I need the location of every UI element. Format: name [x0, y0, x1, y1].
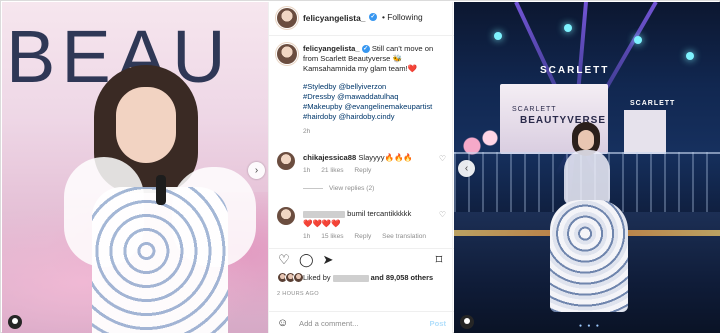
likes-count[interactable]: and 89,058 others [371, 273, 433, 282]
stage-light [634, 36, 642, 44]
woman-with-microphone [64, 57, 264, 333]
face [578, 130, 594, 150]
comment-reply-link[interactable]: Reply [354, 233, 371, 240]
microphone [156, 175, 166, 205]
replies-divider [303, 187, 323, 189]
comment-input[interactable]: Add a comment... [299, 319, 359, 328]
likes-summary: Liked by and 89,058 others [269, 272, 454, 286]
see-translation-link[interactable]: See translation [382, 233, 426, 240]
post-photo-right: SCARLETT SCARLETT BEAUTYVERSE SCARLETT ‹ [454, 2, 720, 333]
verified-badge-icon: ✓ [369, 13, 377, 21]
verified-badge-icon: ✓ [361, 45, 370, 53]
caption-time: 2h [303, 128, 311, 135]
caption-tag[interactable]: #Makeupby @evangelinemakeupartist [303, 102, 449, 112]
prev-photo-arrow-icon[interactable]: ‹ [458, 160, 475, 177]
carousel-pagination: ● ● ● [579, 323, 601, 329]
commenter-username[interactable]: chikajessica88 [303, 153, 356, 162]
comment-likes[interactable]: 15 likes [321, 233, 343, 240]
comment-likes[interactable]: 21 likes [321, 167, 343, 174]
commenter-avatar[interactable] [277, 207, 295, 225]
post-timestamp: 2 HOURS AGO [277, 291, 319, 297]
caption-text-block: felicyangelista_ ✓ Still can't move on f… [303, 44, 449, 137]
likes-text[interactable]: Liked by and 89,058 others [303, 273, 433, 282]
stage-light [494, 32, 502, 40]
likes-prefix: Liked by [303, 273, 331, 282]
stage-light [686, 52, 694, 60]
comment-text: bumil tercantikkkkk ❤️❤️❤️❤️ [303, 209, 437, 229]
comment-text: chikajessica88 Slayyyy🔥🔥🔥 [303, 153, 437, 163]
like-comment-heart-icon[interactable]: ♡ [439, 210, 446, 219]
comment-body: Slayyyy🔥🔥🔥 [358, 153, 413, 162]
stage-light [564, 24, 572, 32]
like-heart-icon[interactable]: ♡ [277, 253, 291, 267]
side-logo: SCARLETT [630, 100, 676, 107]
floral-dress [92, 187, 228, 333]
add-comment-bar: ☺ Add a comment... Post [269, 311, 454, 333]
comment-time: 1h [303, 233, 311, 240]
stage-logo: SCARLETT [540, 65, 610, 76]
comment-meta: 1h 15 likes Reply See translation [303, 233, 435, 240]
caption-username[interactable]: felicyangelista_ [303, 44, 360, 53]
save-bookmark-icon[interactable]: ⌑ [432, 253, 446, 267]
instagram-post-frame: BEAU › felicyangelista_ ✓ • Following fe… [0, 0, 720, 333]
separator-dot: • [382, 12, 385, 22]
tagged-user-icon[interactable] [460, 315, 474, 329]
face [116, 87, 176, 163]
view-replies-link[interactable]: View replies (2) [303, 185, 374, 192]
comment-body-hearts: ❤️❤️❤️❤️ [303, 219, 341, 228]
comment-reply-link[interactable]: Reply [354, 167, 371, 174]
post-comment-button[interactable]: Post [430, 319, 446, 328]
author-username[interactable]: felicyangelista_ [303, 13, 365, 23]
redacted-username[interactable] [303, 210, 345, 218]
author-avatar[interactable] [277, 8, 297, 28]
screen-text: SCARLETT [512, 106, 557, 113]
caption-tag[interactable]: #Dressby @mawaddatulhaq [303, 92, 449, 102]
caption-tag[interactable]: #Styledby @bellyiverzon [303, 82, 449, 92]
share-paper-plane-icon[interactable]: ➤ [321, 253, 335, 267]
post-actions-bar: ♡ ◯ ➤ ⌑ [269, 248, 454, 268]
redacted-liker-name[interactable] [332, 274, 369, 282]
like-comment-heart-icon[interactable]: ♡ [439, 154, 446, 163]
comment-body: bumil tercantikkkkk [347, 209, 412, 218]
post-photo-left: BEAU › [2, 2, 268, 333]
view-replies-label[interactable]: View replies (2) [329, 185, 374, 192]
caption-tag[interactable]: #hairdoby @hairdoby.cindy [303, 112, 449, 122]
emoji-smiley-icon[interactable]: ☺ [277, 317, 288, 329]
woman-in-gown [550, 122, 628, 312]
following-label[interactable]: Following [387, 12, 422, 22]
comment-meta: 1h 21 likes Reply [303, 167, 380, 174]
side-screen [624, 110, 666, 154]
commenter-avatar[interactable] [277, 152, 295, 170]
tagged-user-icon[interactable] [8, 315, 22, 329]
caption-avatar[interactable] [277, 44, 297, 64]
following-status[interactable]: • Following [382, 12, 423, 22]
comment-bubble-icon[interactable]: ◯ [299, 253, 314, 267]
post-header: felicyangelista_ ✓ • Following [269, 2, 454, 36]
gown-bodice [564, 150, 610, 204]
next-photo-arrow-icon[interactable]: › [248, 162, 265, 179]
comment-time: 1h [303, 167, 311, 174]
post-side-panel: felicyangelista_ ✓ • Following felicyang… [268, 2, 454, 333]
gown-skirt [550, 200, 628, 312]
